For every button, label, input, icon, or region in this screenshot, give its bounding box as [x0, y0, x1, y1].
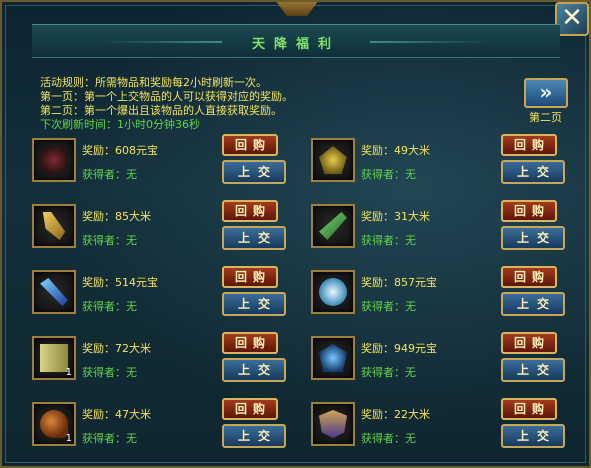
reward-text: 奖励：857元宝: [361, 276, 437, 289]
reward-text: 奖励：31大米: [361, 210, 430, 223]
item-slot[interactable]: 1: [32, 402, 76, 446]
rules-line-1: 活动规则：所需物品和奖励每2小时刷新一次。: [40, 76, 267, 89]
reward-text: 奖励：22大米: [361, 408, 430, 421]
ice-spirit-icon: [319, 278, 347, 306]
submit-button[interactable]: 上交: [501, 160, 565, 184]
winner-text: 获得者：无: [361, 234, 416, 247]
reward-item: 奖励：857元宝 获得者：无 回购 上交: [311, 266, 573, 328]
winner-text: 获得者：无: [82, 234, 137, 247]
golden-claw-weapon-icon: [42, 212, 66, 240]
reward-item: 奖励：31大米 获得者：无 回购 上交: [311, 200, 573, 262]
submit-button[interactable]: 上交: [501, 424, 565, 448]
reward-item: 奖励：514元宝 获得者：无 回购 上交: [32, 266, 294, 328]
winner-text: 获得者：无: [361, 300, 416, 313]
winner-text: 获得者：无: [361, 168, 416, 181]
blue-armor-icon: [319, 344, 347, 372]
buyback-button[interactable]: 回购: [222, 398, 278, 420]
buyback-button[interactable]: 回购: [501, 266, 557, 288]
submit-button[interactable]: 上交: [501, 226, 565, 250]
submit-button[interactable]: 上交: [222, 160, 286, 184]
submit-button[interactable]: 上交: [222, 226, 286, 250]
item-slot[interactable]: [32, 138, 76, 182]
item-slot[interactable]: 1: [32, 336, 76, 380]
reward-item: 奖励：608元宝 获得者：无 回购 上交: [32, 134, 294, 196]
title-bar: 天降福利: [32, 24, 560, 58]
top-ornament: [272, 2, 322, 16]
dark-beast-armor-icon: [40, 146, 68, 174]
buyback-button[interactable]: 回购: [222, 332, 278, 354]
reward-text: 奖励：514元宝: [82, 276, 158, 289]
reward-item: 奖励：949元宝 获得者：无 回购 上交: [311, 332, 573, 394]
reward-item: 1 奖励：72大米 获得者：无 回购 上交: [32, 332, 294, 394]
buyback-button[interactable]: 回购: [222, 134, 278, 156]
window-title: 天降福利: [251, 37, 340, 52]
buyback-button[interactable]: 回购: [501, 332, 557, 354]
roast-leg-icon: [40, 410, 68, 438]
item-slot[interactable]: [311, 270, 355, 314]
rules-line-2: 第一页：第一个上交物品的人可以获得对应的奖励。: [40, 90, 293, 103]
winner-text: 获得者：无: [82, 432, 137, 445]
reward-text: 奖励：49大米: [361, 144, 430, 157]
winner-text: 获得者：无: [361, 366, 416, 379]
winner-text: 获得者：无: [361, 432, 416, 445]
welfare-panel: ✕ 天降福利 活动规则：所需物品和奖励每2小时刷新一次。 第一页：第一个上交物品…: [0, 0, 591, 468]
buyback-button[interactable]: 回购: [222, 200, 278, 222]
reward-text: 奖励：85大米: [82, 210, 151, 223]
item-slot[interactable]: [32, 270, 76, 314]
winner-text: 获得者：无: [82, 168, 137, 181]
item-slot[interactable]: [32, 204, 76, 248]
rules-block: 活动规则：所需物品和奖励每2小时刷新一次。 第一页：第一个上交物品的人可以获得对…: [40, 76, 293, 132]
double-chevron-right-icon: »: [539, 80, 553, 104]
submit-button[interactable]: 上交: [501, 358, 565, 382]
green-dagger-icon: [319, 212, 347, 240]
submit-button[interactable]: 上交: [222, 424, 286, 448]
submit-button[interactable]: 上交: [222, 358, 286, 382]
buyback-button[interactable]: 回购: [501, 398, 557, 420]
reward-text: 奖励：608元宝: [82, 144, 158, 157]
refresh-timer: 下次刷新时间：1小时0分钟36秒: [40, 118, 200, 131]
reward-item: 奖励：22大米 获得者：无 回购 上交: [311, 398, 573, 460]
reward-text: 奖励：72大米: [82, 342, 151, 355]
scroll-book-icon: [40, 344, 68, 372]
buyback-button[interactable]: 回购: [501, 200, 557, 222]
item-slot[interactable]: [311, 204, 355, 248]
winner-text: 获得者：无: [82, 366, 137, 379]
buyback-button[interactable]: 回购: [222, 266, 278, 288]
submit-button[interactable]: 上交: [501, 292, 565, 316]
item-slot[interactable]: [311, 138, 355, 182]
ornate-shield-icon: [319, 410, 347, 438]
next-page-button[interactable]: »: [524, 78, 568, 108]
item-quantity: 1: [65, 367, 72, 378]
item-slot[interactable]: [311, 336, 355, 380]
golden-dragon-icon: [319, 146, 347, 174]
reward-text: 奖励：47大米: [82, 408, 151, 421]
reward-item: 奖励：85大米 获得者：无 回购 上交: [32, 200, 294, 262]
reward-item: 1 奖励：47大米 获得者：无 回购 上交: [32, 398, 294, 460]
next-page-label: 第二页: [529, 111, 562, 124]
reward-item: 奖励：49大米 获得者：无 回购 上交: [311, 134, 573, 196]
item-slot[interactable]: [311, 402, 355, 446]
blue-crystal-blade-icon: [40, 278, 68, 306]
close-button[interactable]: ✕: [555, 2, 589, 36]
buyback-button[interactable]: 回购: [501, 134, 557, 156]
item-quantity: 1: [65, 433, 72, 444]
winner-text: 获得者：无: [82, 300, 137, 313]
reward-text: 奖励：949元宝: [361, 342, 437, 355]
submit-button[interactable]: 上交: [222, 292, 286, 316]
rules-line-3: 第二页：第一个爆出且该物品的人直接获取奖励。: [40, 104, 282, 117]
